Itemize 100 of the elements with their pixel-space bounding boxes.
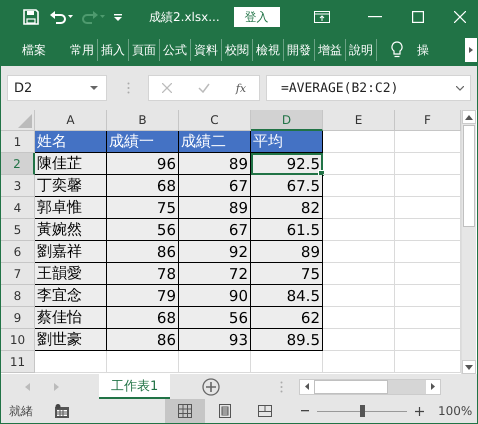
table-cell: 郭卓惟 [35, 197, 107, 219]
column-header[interactable]: C [179, 110, 251, 131]
table-cell: 劉世豪 [35, 329, 107, 351]
row-header[interactable]: 3 [1, 175, 35, 197]
table-cell: 78 [107, 263, 179, 285]
scroll-right-button[interactable] [426, 380, 440, 394]
view-button[interactable] [165, 399, 205, 423]
ribbon-tab[interactable]: 頁面 [129, 42, 159, 58]
name-box[interactable]: D2 [7, 75, 107, 101]
table-cell: 成績二 [179, 131, 251, 153]
ribbon-tab[interactable]: 插入 [98, 42, 128, 58]
ribbon-tab[interactable]: 檢視 [253, 42, 283, 58]
table-cell: 92 [179, 241, 251, 263]
right-arrow-icon [469, 47, 473, 53]
lightbulb-icon[interactable] [391, 41, 403, 59]
table-cell: 蔡佳怡 [35, 307, 107, 329]
zoom-level[interactable]: 100% [438, 404, 472, 418]
maximize-icon[interactable] [412, 11, 424, 23]
scroll-up-button[interactable] [462, 110, 476, 124]
table-cell: 68 [107, 307, 179, 329]
row-header[interactable]: 7 [1, 263, 35, 285]
column-header[interactable]: B [107, 110, 179, 131]
column-header[interactable]: D [251, 110, 323, 131]
horizontal-scrollbar[interactable] [299, 378, 442, 394]
table-cell: 王韻愛 [35, 263, 107, 285]
table-cell: 56 [179, 307, 251, 329]
table-cell: 丁奕馨 [35, 175, 107, 197]
table-cell: 72 [179, 263, 251, 285]
table-cell: 79 [107, 285, 179, 307]
scroll-thumb[interactable] [314, 380, 388, 394]
customize-icon[interactable] [113, 12, 123, 22]
ribbon-tab[interactable]: 說明 [346, 42, 376, 58]
zoom-in-icon[interactable] [415, 406, 424, 416]
grip-icon [280, 380, 284, 392]
tell-me-field[interactable]: 操 [417, 42, 429, 58]
table-cell: 96 [107, 153, 179, 175]
row-header[interactable]: 6 [1, 241, 35, 263]
table-cell: 陳佳芷 [35, 153, 107, 175]
table-cell: 89 [251, 241, 323, 263]
table-cell: 62 [251, 307, 323, 329]
scroll-down-button[interactable] [462, 360, 476, 374]
table-cell: 平均 [251, 131, 323, 153]
window-title: 成績2.xlsx... [149, 8, 220, 26]
sign-in-button[interactable]: 登入 [234, 7, 280, 27]
dropdown-icon[interactable] [90, 86, 98, 90]
table-cell: 56 [107, 219, 179, 241]
table-cell: 67 [179, 175, 251, 197]
table-cell: 86 [107, 241, 179, 263]
row-header[interactable]: 1 [1, 131, 35, 153]
up-arrow-icon [465, 114, 473, 120]
table-cell: 89 [179, 153, 251, 175]
ribbon-tab[interactable]: 開發 [284, 42, 314, 58]
down-arrow-icon [465, 364, 473, 370]
table-cell: 李宜念 [35, 285, 107, 307]
undo-icon[interactable] [49, 9, 75, 25]
column-header[interactable]: A [35, 110, 107, 131]
row-header[interactable]: 4 [1, 197, 35, 219]
table-cell: 93 [179, 329, 251, 351]
ribbon-display-icon[interactable] [314, 11, 330, 23]
table-cell: 61.5 [251, 219, 323, 241]
column-header[interactable]: F [395, 110, 461, 131]
ribbon-tab[interactable]: 常用 [67, 42, 97, 58]
row-header[interactable]: 5 [1, 219, 35, 241]
row-header[interactable]: 11 [1, 351, 35, 373]
expand-icon[interactable] [456, 86, 464, 90]
save-icon[interactable] [23, 9, 39, 25]
table-cell: 67 [179, 219, 251, 241]
scroll-thumb[interactable] [463, 125, 475, 227]
row-header[interactable]: 2 [1, 153, 35, 175]
ribbon-tab[interactable]: 校閱 [222, 42, 252, 58]
table-cell: 89 [179, 197, 251, 219]
table-cell: 89.5 [251, 329, 323, 351]
ribbon-tab[interactable]: 資料 [191, 42, 221, 58]
status-text: 就緒 [9, 402, 33, 420]
ribbon-tab[interactable]: 檔案 [19, 42, 49, 58]
row-header[interactable]: 9 [1, 307, 35, 329]
row-header[interactable]: 8 [1, 285, 35, 307]
formula-field[interactable]: =AVERAGE(B2:C2) [266, 75, 471, 101]
table-cell: 67.5 [251, 175, 323, 197]
table-cell: 86 [107, 329, 179, 351]
insert-function-button[interactable]: fx [236, 82, 246, 94]
scroll-left-button[interactable] [300, 380, 314, 394]
close-icon[interactable] [454, 11, 466, 23]
scroll-right-button[interactable] [465, 38, 477, 62]
minimize-icon[interactable] [368, 16, 382, 18]
table-cell: 82 [251, 197, 323, 219]
column-header[interactable]: E [323, 110, 395, 131]
table-cell: 成績一 [107, 131, 179, 153]
grip-icon [127, 82, 130, 94]
table-cell: 劉嘉祥 [35, 241, 107, 263]
add-sheet-icon[interactable] [202, 378, 220, 396]
macro-recording-icon[interactable] [55, 404, 69, 418]
row-header[interactable]: 10 [1, 329, 35, 351]
ribbon-tab[interactable]: 增益 [315, 42, 345, 58]
sheet-tab[interactable]: 工作表1 [99, 374, 170, 399]
left-arrow-icon [305, 383, 310, 390]
zoom-slider[interactable] [317, 404, 407, 418]
table-cell: 75 [107, 197, 179, 219]
table-cell: 84.5 [251, 285, 323, 307]
ribbon-tab[interactable]: 公式 [160, 42, 190, 58]
